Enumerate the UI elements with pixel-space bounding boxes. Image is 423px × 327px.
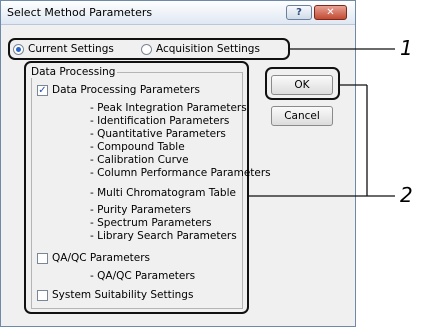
callout-label-1: 1 [400, 36, 413, 60]
callout-label-2: 2 [400, 183, 413, 207]
callout-leaders [249, 48, 395, 197]
